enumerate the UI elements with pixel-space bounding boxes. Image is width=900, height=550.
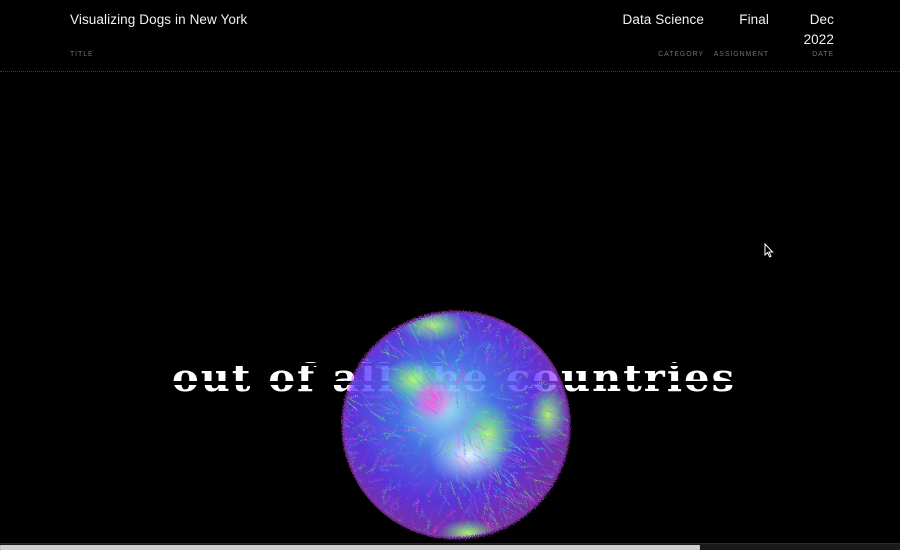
scrollbar-thumb[interactable]: [0, 545, 700, 550]
project-category: Data Science: [622, 12, 704, 27]
particle-globe: [341, 310, 571, 540]
project-title: Visualizing Dogs in New York: [70, 12, 248, 27]
category-column: Data Science CATEGORY: [580, 0, 704, 58]
date-label: DATE: [812, 51, 834, 58]
project-assignment: Final: [739, 12, 769, 27]
assignment-column: Final ASSIGNMENT: [712, 0, 769, 58]
project-header: Visualizing Dogs in New York TITLE Data …: [0, 0, 900, 72]
mouse-pointer-icon: [764, 243, 774, 258]
assignment-label: ASSIGNMENT: [713, 51, 769, 58]
title-column: Visualizing Dogs in New York TITLE: [70, 0, 248, 58]
project-page: Visualizing Dogs in New York TITLE Data …: [0, 0, 900, 550]
horizontal-scrollbar[interactable]: [0, 543, 900, 550]
date-column: Dec 2022 DATE: [790, 0, 834, 58]
category-label: CATEGORY: [658, 51, 704, 58]
title-label: TITLE: [70, 51, 94, 58]
project-date: Dec 2022: [803, 12, 834, 47]
